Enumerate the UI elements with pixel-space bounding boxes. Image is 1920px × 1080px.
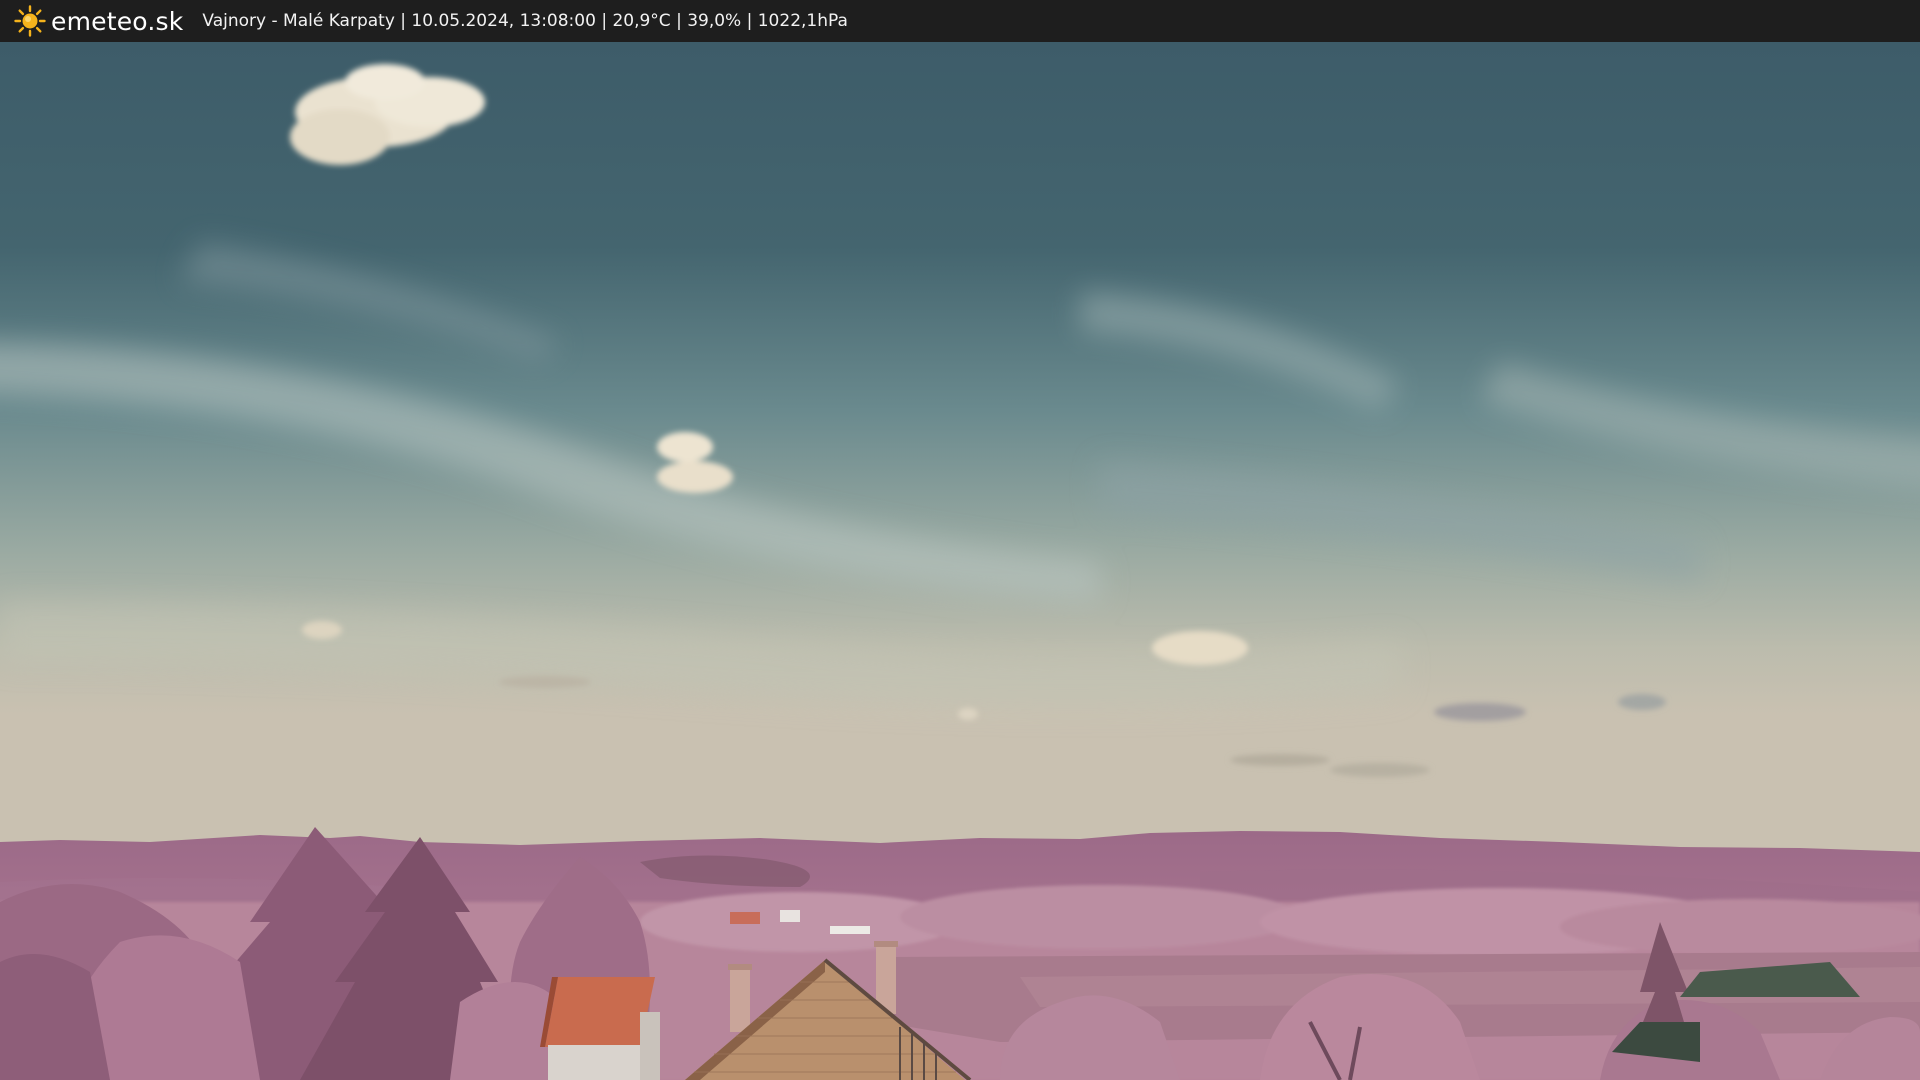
weather-status-line: Vajnory - Malé Karpaty | 10.05.2024, 13:… <box>202 11 848 31</box>
webcam-image <box>0 42 1920 1080</box>
top-info-bar: emeteo.sk Vajnory - Malé Karpaty | 10.05… <box>0 0 1920 42</box>
brand-link[interactable]: emeteo.sk <box>14 5 183 37</box>
brand-name: emeteo.sk <box>51 6 184 36</box>
sky <box>0 42 1920 862</box>
house-red-roof <box>540 977 660 1080</box>
webcam-viewport: emeteo.sk Vajnory - Malé Karpaty | 10.05… <box>0 0 1920 1080</box>
sun-icon <box>14 5 46 37</box>
